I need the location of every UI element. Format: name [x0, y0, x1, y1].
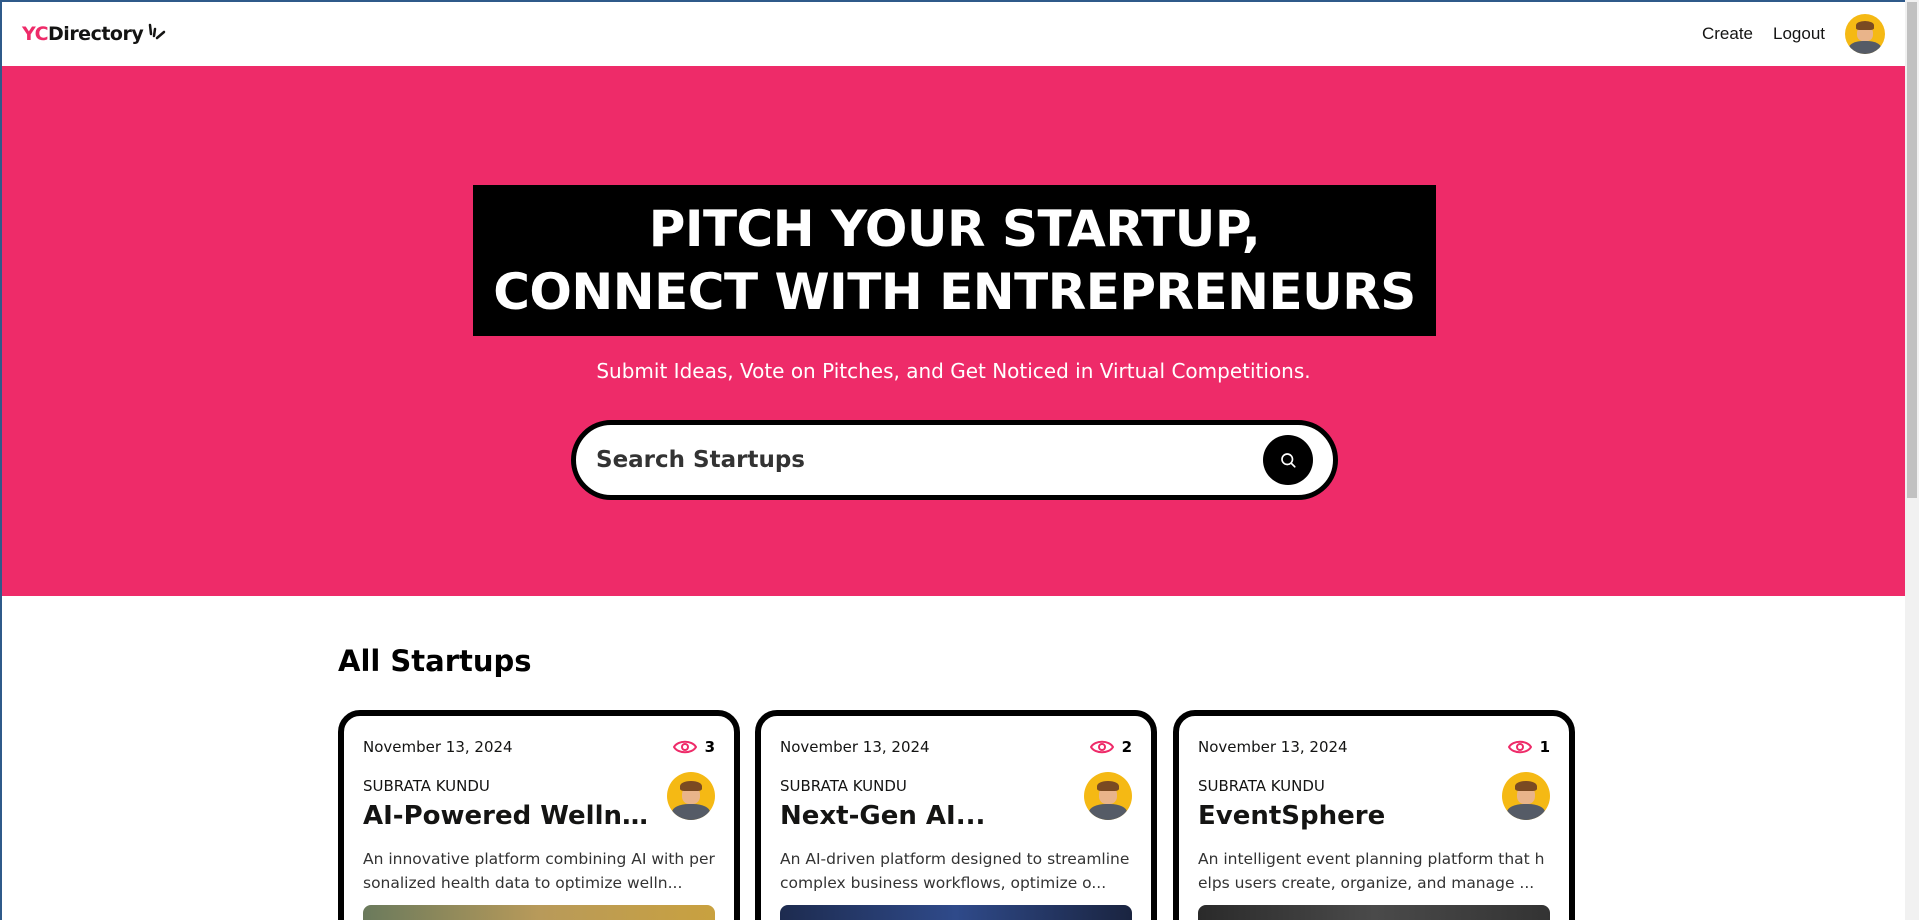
card-date: November 13, 2024 — [780, 738, 930, 756]
hero-section: Pitch Your Startup, Connect With Entrepr… — [2, 66, 1905, 596]
nav-menu: Create Logout — [1702, 14, 1885, 54]
card-image[interactable] — [363, 905, 715, 920]
eye-icon — [1089, 740, 1114, 754]
view-count-value: 1 — [1539, 738, 1550, 756]
card-description: An AI-driven platform designed to stream… — [780, 850, 1130, 892]
card-date: November 13, 2024 — [1198, 738, 1348, 756]
card-description: An innovative platform combining AI with… — [363, 850, 715, 892]
search-icon — [1281, 453, 1296, 468]
view-count: 1 — [1507, 738, 1550, 756]
card-title[interactable]: Next-Gen AI... — [780, 801, 985, 831]
search-button[interactable] — [1263, 435, 1313, 485]
hero-heading: Pitch Your Startup, Connect With Entrepr… — [473, 185, 1436, 336]
card-description: An intelligent event planning platform t… — [1198, 850, 1545, 892]
hero-subtitle: Submit Ideas, Vote on Pitches, and Get N… — [596, 359, 1311, 383]
logo-directory-text: Directory — [48, 23, 144, 45]
card-date: November 13, 2024 — [363, 738, 513, 756]
user-avatar[interactable] — [1845, 14, 1885, 54]
eye-icon — [1507, 740, 1532, 754]
view-count: 3 — [672, 738, 715, 756]
card-title[interactable]: AI-Powered Wellne... — [363, 801, 653, 831]
nav-logout-link[interactable]: Logout — [1773, 24, 1825, 44]
section-title: All Startups — [338, 644, 532, 678]
card-author[interactable]: SUBRATA KUNDU — [363, 777, 653, 795]
card-title[interactable]: EventSphere — [1198, 801, 1385, 831]
eye-icon — [672, 740, 697, 754]
hero-heading-line-1: Pitch Your Startup, — [648, 199, 1261, 258]
author-avatar[interactable] — [1502, 772, 1550, 820]
card-author[interactable]: SUBRATA KUNDU — [1198, 777, 1385, 795]
hero-heading-line-2: Connect With Entrepreneurs — [493, 262, 1416, 321]
view-count-value: 2 — [1121, 738, 1132, 756]
author-avatar[interactable] — [667, 772, 715, 820]
logo[interactable]: YC Directory — [22, 23, 168, 45]
logo-yc-text: YC — [22, 23, 49, 45]
startup-card[interactable]: November 13, 2024 2 SUBRATA KUNDU Next-G… — [755, 710, 1157, 920]
card-author[interactable]: SUBRATA KUNDU — [780, 777, 985, 795]
search-form — [571, 420, 1338, 500]
view-count: 2 — [1089, 738, 1132, 756]
author-avatar[interactable] — [1084, 772, 1132, 820]
card-image[interactable] — [1198, 905, 1550, 920]
vertical-scrollbar[interactable] — [1905, 0, 1919, 920]
startup-card[interactable]: November 13, 2024 1 SUBRATA KUNDU EventS… — [1173, 710, 1575, 920]
card-image[interactable] — [780, 905, 1132, 920]
view-count-value: 3 — [704, 738, 715, 756]
logo-spark-icon — [146, 23, 168, 45]
browser-viewport: YC Directory Create Logout PITCH YOUR ST… — [0, 0, 1905, 920]
scrollbar-thumb[interactable] — [1907, 2, 1917, 498]
navbar: YC Directory Create Logout — [2, 2, 1905, 66]
nav-create-link[interactable]: Create — [1702, 24, 1753, 44]
startup-card[interactable]: November 13, 2024 3 SUBRATA KUNDU AI-Pow… — [338, 710, 740, 920]
search-input[interactable] — [596, 447, 1263, 473]
